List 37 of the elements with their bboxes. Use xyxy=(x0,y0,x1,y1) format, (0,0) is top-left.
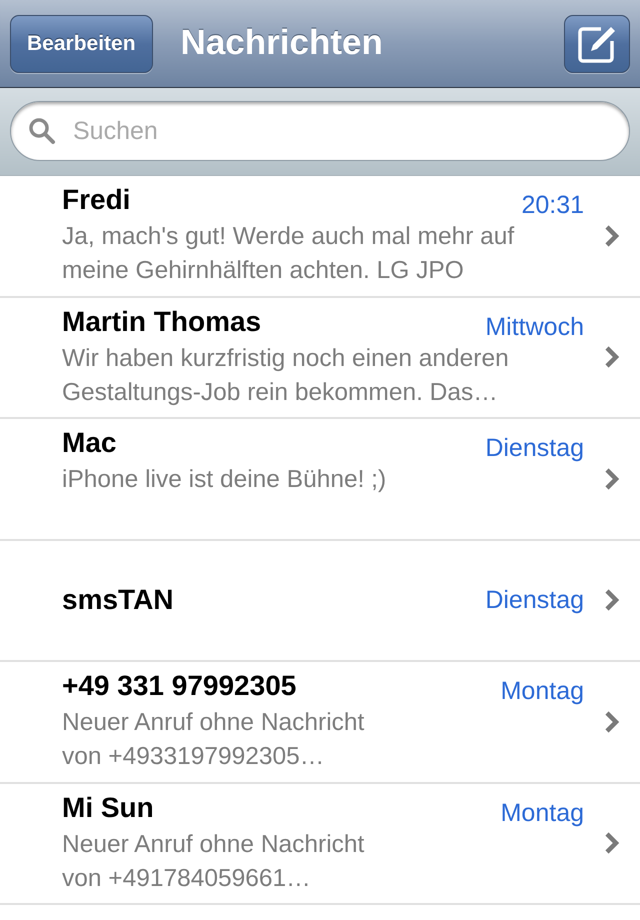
screen-title: Nachrichten xyxy=(180,22,384,64)
contact-name: smsTAN xyxy=(62,583,174,618)
conversation-row[interactable]: Fredi 20:31 Ja, mach's gut! Werde auch mal mehr auf meine Gehirnhälften achten. LG JPO xyxy=(0,176,640,298)
message-preview: von +491784059661… xyxy=(62,864,311,894)
message-preview: meine Gehirnhälften achten. LG JPO xyxy=(62,256,464,286)
message-date: Mittwoch xyxy=(485,312,584,342)
compose-button[interactable] xyxy=(564,14,630,72)
chevron-icon xyxy=(604,710,620,734)
conversation-row[interactable]: Mac Dienstag iPhone live ist deine Bühne! ;) xyxy=(0,419,640,540)
message-preview: von +4933197992305… xyxy=(62,742,324,772)
conversation-row[interactable]: Martin Thomas Mittwoch Wir haben kurzfristig noch einen anderen Gestaltungs-Job rein bekommen. Das… xyxy=(0,298,640,419)
chevron-icon xyxy=(604,466,620,491)
message-preview: Gestaltungs-Job rein bekommen. Das… xyxy=(62,378,498,408)
message-preview: Neuer Anruf ohne Nachricht xyxy=(62,708,364,738)
message-preview: Wir haben kurzfristig noch einen anderen xyxy=(62,344,509,374)
conversation-row[interactable]: smsTAN Dienstag xyxy=(0,540,640,662)
contact-name: Fredi xyxy=(62,183,130,217)
contact-name: +49 331 97992305 xyxy=(62,669,296,703)
chevron-icon xyxy=(604,831,620,856)
message-preview: iPhone live ist deine Bühne! ;) xyxy=(62,465,386,495)
message-preview: Ja, mach's gut! Werde auch mal mehr auf xyxy=(62,222,514,252)
chevron-icon xyxy=(604,588,620,612)
message-date: Dienstag xyxy=(485,585,584,616)
contact-name: Martin Thomas xyxy=(62,304,262,338)
chevron-icon xyxy=(604,224,620,248)
message-preview: Neuer Anruf ohne Nachricht xyxy=(62,830,364,860)
message-date: 20:31 xyxy=(521,190,584,220)
search-field[interactable]: Suchen xyxy=(10,101,630,161)
message-date: Montag xyxy=(500,676,584,706)
message-date: Dienstag xyxy=(485,433,584,463)
chevron-icon xyxy=(604,345,620,370)
conversation-row[interactable]: Mi Sun Montag Neuer Anruf ohne Nachricht von +491784059661… xyxy=(0,784,640,905)
edit-button[interactable]: Bearbeiten xyxy=(10,14,153,72)
conversation-row[interactable]: +49 331 97992305 Montag Neuer Anruf ohne Nachricht von +4933197992305… xyxy=(0,662,640,784)
contact-name: Mac xyxy=(62,426,116,460)
contact-name: Mi Sun xyxy=(62,790,154,824)
message-date: Montag xyxy=(500,798,584,828)
